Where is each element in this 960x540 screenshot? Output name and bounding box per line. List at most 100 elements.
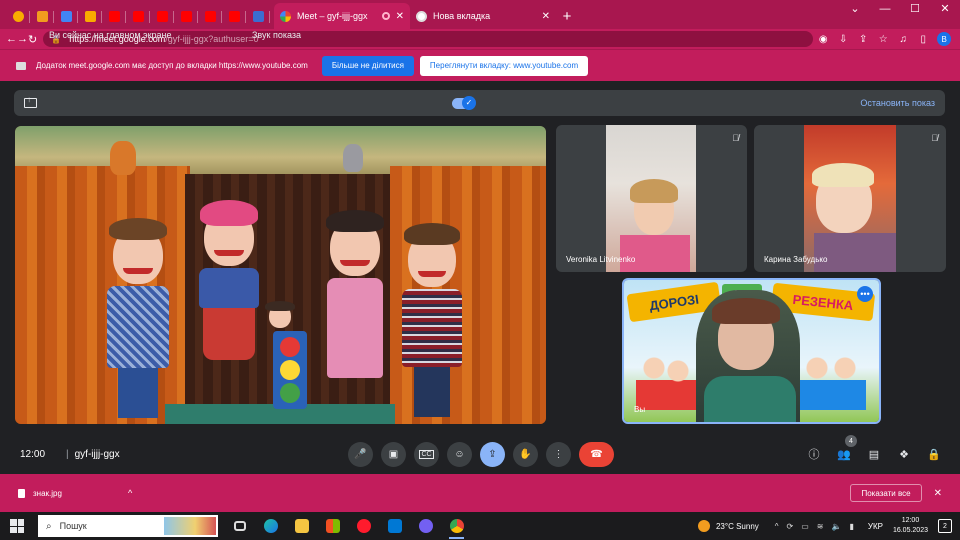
present-button[interactable]: ⇪	[480, 441, 505, 467]
participant-tile[interactable]: 🎙̸ Карина Забудько	[754, 125, 946, 272]
explorer-button[interactable]	[286, 512, 317, 540]
opera-icon	[356, 519, 371, 533]
info-button[interactable]: ⓘ	[805, 445, 823, 463]
tab-meet[interactable]: Meet – gyf-ijjj-ggx ✕	[274, 3, 410, 29]
participant-tile[interactable]: 🎙̸ Veronika Litvinenko	[556, 125, 747, 272]
raise-hand-button[interactable]: ✋	[513, 441, 538, 467]
pinned-tab[interactable]	[150, 3, 174, 29]
self-tile[interactable]: ДОРОЗІ НА РЕЗЕНКА ••• Вы	[622, 278, 881, 424]
sound-toggle[interactable]	[452, 95, 476, 110]
tab-close-icon[interactable]: ✕	[542, 11, 550, 22]
bookmark-icon	[84, 10, 96, 22]
pinned-tab[interactable]	[222, 3, 246, 29]
view-tab-button[interactable]: Переглянути вкладку: www.youtube.com	[419, 55, 589, 76]
maximize-icon[interactable]: ☐	[900, 0, 930, 20]
network-icon[interactable]: ≋	[817, 522, 824, 531]
weather-widget[interactable]: 23°C Sunny	[697, 520, 759, 532]
side-panel-icon[interactable]: ▯	[913, 34, 933, 45]
share-icon[interactable]: ⇪	[853, 34, 873, 45]
more-vert-icon: ⋮	[553, 448, 564, 460]
separator: |	[66, 448, 69, 460]
weather-text: 23°C Sunny	[715, 521, 759, 531]
pinned-tab[interactable]	[30, 3, 54, 29]
end-call-button[interactable]: ☎	[579, 441, 614, 467]
pinned-tab[interactable]	[246, 3, 270, 29]
youtube-icon	[204, 10, 216, 22]
tab-close-icon[interactable]: ✕	[396, 11, 404, 22]
emoji-button[interactable]: ☺	[447, 441, 472, 467]
chat-button[interactable]: ▤	[865, 445, 883, 463]
new-tab-button[interactable]: +	[556, 8, 578, 25]
pinned-tab[interactable]	[174, 3, 198, 29]
windows-start-icon[interactable]	[10, 519, 24, 533]
tab-new[interactable]: Нова вкладка ✕	[410, 3, 556, 29]
close-icon[interactable]: ✕	[934, 488, 942, 499]
profile-avatar[interactable]: B	[937, 32, 952, 46]
stop-presenting-link[interactable]: Остановить показ	[860, 98, 935, 108]
pinned-tab[interactable]	[6, 3, 30, 29]
show-all-button[interactable]: Показати все	[850, 484, 922, 502]
reload-icon[interactable]: ↻	[28, 33, 37, 46]
sync-icon[interactable]: ⟳	[787, 522, 794, 531]
participant-name: Veronika Litvinenko	[566, 255, 636, 264]
taskbar-search[interactable]: ⌕ Пошук	[38, 515, 218, 537]
battery-icon[interactable]: ▮	[849, 522, 853, 531]
chevron-up-icon[interactable]: ^	[128, 488, 132, 498]
host-controls-button[interactable]: 🔒	[925, 445, 943, 463]
traffic-light-puppet	[273, 331, 307, 409]
captions-icon: CC	[419, 449, 434, 459]
pinned-tab[interactable]	[102, 3, 126, 29]
notification-center-button[interactable]: 2	[938, 519, 952, 533]
chrome-button[interactable]	[441, 512, 472, 540]
camera-button[interactable]: ▣	[381, 441, 406, 467]
participant-shirt	[620, 235, 690, 272]
people-count-badge: 4	[845, 435, 857, 447]
taskbar-apps	[224, 512, 472, 540]
pinned-tab[interactable]	[54, 3, 78, 29]
close-window-icon[interactable]: ✕	[930, 0, 960, 20]
back-icon[interactable]: ←	[6, 33, 17, 45]
keep-icon	[12, 10, 24, 22]
edge-button[interactable]	[255, 512, 286, 540]
more-options-button[interactable]: ⋮	[546, 441, 571, 467]
camera-in-use-icon[interactable]: ◉	[813, 34, 833, 45]
windows-taskbar: ⌕ Пошук 23°C Sunny ^ ⟳ ▭ ≋ 🔈 ▮ УКР 12:00…	[0, 512, 960, 540]
toolbar-right: ◉ ⇩ ⇪ ☆ ♫ ▯ B ⋮	[813, 32, 960, 46]
pinned-tab[interactable]	[198, 3, 222, 29]
menu-icon[interactable]: ⋮	[951, 34, 960, 45]
more-options-icon[interactable]: •••	[857, 286, 873, 302]
screen: Meet – gyf-ijjj-ggx ✕ Нова вкладка ✕ + ⌄…	[0, 0, 960, 540]
download-file-name[interactable]: знак.jpg	[33, 489, 62, 498]
system-clock[interactable]: 12:00 16.05.2023	[893, 516, 928, 536]
viber-button[interactable]	[410, 512, 441, 540]
task-view-button[interactable]	[224, 512, 255, 540]
girl-pink-puppet	[320, 210, 390, 378]
mic-button[interactable]: 🎤	[348, 441, 373, 467]
captions-button[interactable]: CC	[414, 441, 439, 467]
camera-icon: ▣	[388, 448, 399, 460]
pinned-tab[interactable]	[78, 3, 102, 29]
chevron-up-icon[interactable]: ^	[775, 522, 779, 531]
star-icon[interactable]: ☆	[873, 34, 893, 45]
clock-date: 16.05.2023	[892, 527, 928, 534]
media-icon[interactable]: ♫	[893, 34, 913, 45]
minimize-icon[interactable]: —	[870, 0, 900, 20]
opera-button[interactable]	[348, 512, 379, 540]
cat-puppet	[110, 141, 136, 175]
mail-button[interactable]	[379, 512, 410, 540]
mic-icon: 🎤	[354, 448, 367, 460]
window-controls: ⌄ — ☐ ✕	[840, 0, 960, 20]
forward-icon[interactable]: →	[17, 33, 28, 45]
pinned-tab[interactable]	[126, 3, 150, 29]
people-button[interactable]: 👥 4	[835, 435, 857, 463]
install-icon[interactable]: ⇩	[833, 34, 853, 45]
youtube-icon	[132, 10, 144, 22]
youtube-icon	[228, 10, 240, 22]
store-button[interactable]	[317, 512, 348, 540]
volume-icon[interactable]: 🔈	[832, 522, 842, 531]
activities-button[interactable]: ❖	[895, 445, 913, 463]
tab-search-icon[interactable]: ⌄	[840, 0, 870, 20]
task-view-icon	[233, 521, 246, 531]
language-indicator[interactable]: УКР	[868, 522, 883, 531]
display-icon[interactable]: ▭	[801, 522, 809, 531]
